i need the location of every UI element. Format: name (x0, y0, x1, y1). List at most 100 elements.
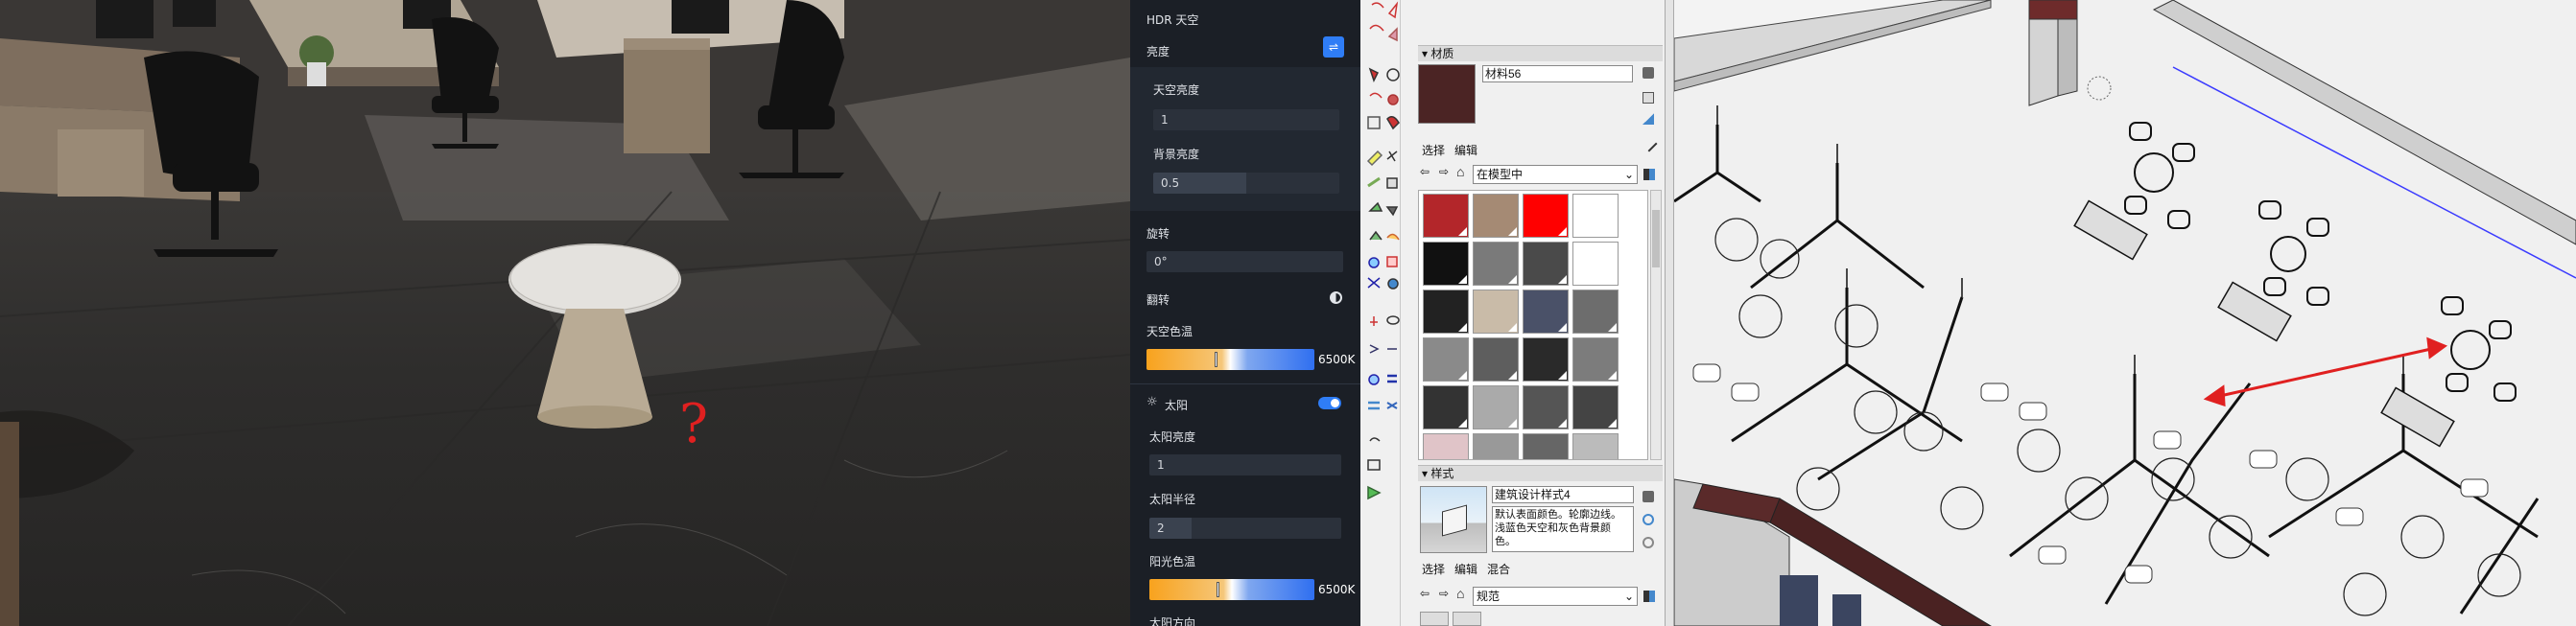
back-arrow-icon[interactable]: ⇦ (1420, 587, 1430, 600)
styles-library-select[interactable]: 规范 ⌄ (1473, 587, 1638, 606)
home-icon[interactable]: ⌂ (1456, 586, 1464, 601)
material-swatch[interactable] (1523, 337, 1569, 382)
materials-section-header[interactable]: ▾ 材质 (1418, 45, 1663, 61)
scrollbar-thumb[interactable] (1652, 210, 1660, 267)
back-arrow-icon[interactable]: ⇦ (1420, 165, 1430, 178)
material-swatch[interactable] (1423, 385, 1469, 429)
collapse-triangle-icon: ▾ (1422, 467, 1429, 480)
material-name-input[interactable]: 材料56 (1482, 65, 1633, 82)
tab-edit[interactable]: 编辑 (1451, 142, 1481, 159)
material-swatch[interactable] (1523, 242, 1569, 286)
swatch-scrollbar[interactable] (1650, 190, 1662, 460)
tray-panel: ▾ 材质 材料56 选择 编辑 ⇦ ⇨ ⌂ 在模型中 ⌄ ▾ 样式 建筑设计样式… (1401, 0, 1665, 626)
styles-tab-edit[interactable]: 编辑 (1451, 561, 1481, 578)
material-swatch[interactable] (1523, 290, 1569, 334)
sun-icon: ☼ (1146, 395, 1158, 409)
collapse-triangle-icon: ▾ (1422, 47, 1429, 60)
sun-radius-slider[interactable]: 2 (1149, 518, 1341, 539)
rotation-input[interactable]: 0° (1146, 251, 1343, 272)
material-swatch[interactable] (1473, 337, 1519, 382)
slider-knob[interactable] (1217, 582, 1219, 597)
toolbar-icons (1366, 1, 1400, 500)
sunlight-color-temp-label: 阳光色温 (1149, 555, 1196, 568)
sunlight-color-temp-slider[interactable] (1149, 579, 1314, 600)
rotation-label: 旋转 (1146, 227, 1170, 241)
swatch-grid (1418, 190, 1648, 460)
style-thumbnail (1420, 486, 1487, 553)
sun-direction-label: 太阳方向 (1149, 616, 1196, 626)
sliders-icon: ⇌ (1328, 40, 1339, 54)
sunlight-color-temp-value: 6500K (1318, 583, 1356, 596)
sun-brightness-label: 太阳亮度 (1149, 430, 1196, 444)
material-swatch[interactable] (1423, 433, 1469, 459)
details-arrow-icon[interactable] (1643, 591, 1655, 602)
forward-arrow-icon[interactable]: ⇨ (1439, 165, 1449, 178)
update-style-icon[interactable] (1642, 491, 1654, 502)
adjust-settings-button[interactable]: ⇌ (1323, 36, 1344, 58)
material-swatch[interactable] (1423, 337, 1469, 382)
material-swatch[interactable] (1473, 242, 1519, 286)
slider-knob[interactable] (1215, 352, 1217, 367)
forward-arrow-icon[interactable]: ⇨ (1439, 587, 1449, 600)
style-name-input[interactable]: 建筑设计样式4 (1492, 486, 1634, 503)
chevron-down-icon: ⌄ (1623, 590, 1634, 603)
material-swatch[interactable] (1523, 433, 1569, 459)
styles-tab-select[interactable]: 选择 (1418, 561, 1449, 578)
styles-section-header[interactable]: ▾ 样式 (1418, 465, 1663, 481)
sketchup-model-viewport[interactable] (1674, 0, 2576, 626)
sky-brightness-input[interactable]: 1 (1153, 109, 1339, 130)
sun-toggle[interactable] (1318, 397, 1341, 409)
cube-icon (1442, 504, 1467, 537)
paint-bucket-icon[interactable] (1642, 67, 1654, 79)
sun-label: 太阳 (1165, 399, 1189, 412)
material-swatch[interactable] (1423, 290, 1469, 334)
flip-contrast-icon[interactable] (1330, 291, 1342, 304)
material-swatch[interactable] (1523, 385, 1569, 429)
style-thumb-partial[interactable] (1420, 612, 1449, 626)
create-style-icon[interactable] (1642, 514, 1654, 525)
default-material-icon[interactable] (1642, 113, 1654, 125)
library-select[interactable]: 在模型中 ⌄ (1473, 165, 1638, 184)
material-swatch[interactable] (1572, 242, 1619, 286)
refresh-icon[interactable] (1642, 537, 1654, 548)
section-divider (1130, 383, 1360, 384)
office-render-image (0, 0, 1130, 626)
annotation-question-mark: ? (679, 393, 709, 455)
current-material-preview (1418, 64, 1476, 124)
material-swatch[interactable] (1572, 433, 1619, 459)
sky-color-temp-slider[interactable] (1146, 349, 1314, 370)
styles-header-label: 样式 (1430, 467, 1454, 480)
flip-label: 翻转 (1146, 293, 1170, 307)
tab-select[interactable]: 选择 (1418, 142, 1449, 159)
material-swatch[interactable] (1473, 290, 1519, 334)
sky-color-temp-label: 天空色温 (1146, 325, 1193, 338)
sun-brightness-input[interactable]: 1 (1149, 454, 1341, 475)
material-swatch[interactable] (1523, 194, 1569, 238)
details-arrow-icon[interactable] (1643, 169, 1655, 180)
material-swatch[interactable] (1473, 433, 1519, 459)
library-select-value: 在模型中 (1477, 168, 1524, 181)
sky-color-temp-value: 6500K (1318, 353, 1356, 366)
style-thumb-partial[interactable] (1453, 612, 1481, 626)
bg-brightness-slider[interactable]: 0.5 (1153, 173, 1339, 194)
material-swatch[interactable] (1572, 385, 1619, 429)
material-swatch[interactable] (1473, 194, 1519, 238)
materials-header-label: 材质 (1430, 47, 1454, 60)
styles-tab-mix[interactable]: 混合 (1483, 561, 1514, 578)
material-swatch[interactable] (1572, 337, 1619, 382)
material-swatch[interactable] (1572, 194, 1619, 238)
material-swatch[interactable] (1473, 385, 1519, 429)
sample-paint-icon[interactable] (1641, 135, 1658, 152)
material-swatch[interactable] (1423, 242, 1469, 286)
home-icon[interactable]: ⌂ (1456, 164, 1464, 179)
create-material-icon[interactable] (1642, 92, 1654, 104)
render-viewport[interactable]: ? (0, 0, 1130, 626)
chevron-down-icon: ⌄ (1623, 168, 1634, 181)
bg-brightness-label: 背景亮度 (1153, 148, 1200, 161)
hdr-panel-title: HDR 天空 (1146, 13, 1199, 27)
panel-splitter[interactable] (1665, 0, 1674, 626)
material-swatch[interactable] (1423, 194, 1469, 238)
style-description: 默认表面颜色。轮廓边线。浅蓝色天空和灰色背景颜色。 (1492, 506, 1634, 552)
material-swatch[interactable] (1572, 290, 1619, 334)
sketchup-toolbar (1360, 0, 1401, 626)
